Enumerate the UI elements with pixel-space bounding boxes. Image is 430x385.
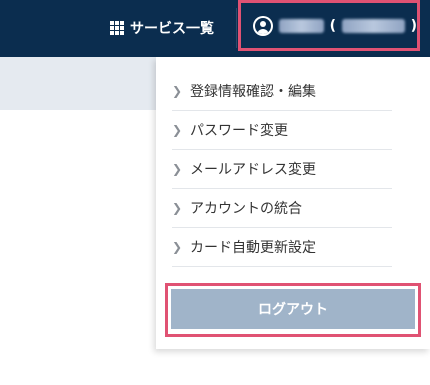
menu-item-email[interactable]: ❯ メールアドレス変更 bbox=[172, 149, 392, 189]
user-account-button[interactable]: ( ) bbox=[238, 0, 420, 51]
chevron-right-icon: ❯ bbox=[172, 161, 183, 176]
user-name-redacted bbox=[278, 18, 324, 33]
user-id-redacted bbox=[342, 18, 405, 33]
chevron-right-icon: ❯ bbox=[172, 200, 183, 215]
account-dropdown-menu: ❯ 登録情報確認・編集 ❯ パスワード変更 ❯ メールアドレス変更 ❯ アカウン… bbox=[156, 57, 430, 349]
user-circle-icon bbox=[253, 15, 273, 36]
logout-button[interactable]: ログアウト bbox=[171, 289, 415, 329]
menu-item-account-merge[interactable]: ❯ アカウントの統合 bbox=[172, 188, 392, 228]
chevron-right-icon: ❯ bbox=[172, 83, 183, 98]
chevron-right-icon: ❯ bbox=[172, 239, 183, 254]
chevron-right-icon: ❯ bbox=[172, 122, 183, 137]
header-divider bbox=[236, 8, 237, 48]
user-id-paren-open: ( bbox=[329, 17, 337, 34]
service-list-label: サービス一覧 bbox=[130, 21, 214, 37]
top-navigation-bar: サービス一覧 ( ) bbox=[0, 0, 430, 57]
menu-item-label: メールアドレス変更 bbox=[190, 161, 316, 178]
service-list-button[interactable]: サービス一覧 bbox=[110, 16, 214, 40]
menu-item-label: パスワード変更 bbox=[190, 122, 288, 139]
logout-highlight: ログアウト bbox=[165, 283, 421, 337]
menu-item-label: カード自動更新設定 bbox=[190, 239, 316, 256]
user-id-paren-close: ) bbox=[410, 17, 417, 34]
grid-icon bbox=[110, 21, 124, 35]
menu-item-label: 登録情報確認・編集 bbox=[190, 83, 316, 100]
menu-item-profile[interactable]: ❯ 登録情報確認・編集 bbox=[172, 71, 392, 111]
menu-item-label: アカウントの統合 bbox=[190, 200, 302, 217]
menu-item-card-auto-renew[interactable]: ❯ カード自動更新設定 bbox=[172, 227, 392, 267]
menu-item-password[interactable]: ❯ パスワード変更 bbox=[172, 110, 392, 150]
